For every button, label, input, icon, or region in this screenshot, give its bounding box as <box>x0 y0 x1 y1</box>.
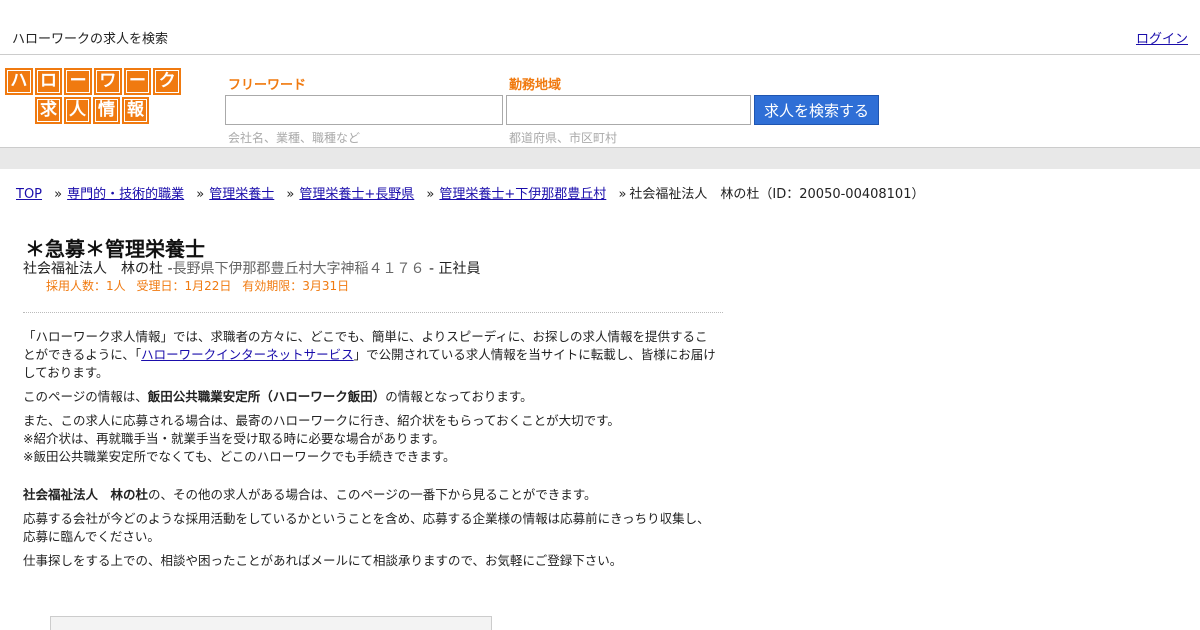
job-meta: 採用人数：1人 受理日：1月22日 有効期限：3月31日 <box>46 277 356 294</box>
intro-text-span: ※紹介状は、再就職手当・就業手当を受け取る時に必要な場合があります。 <box>23 431 445 446</box>
breadcrumb-link-village[interactable]: 管理栄養士+下伊那郡豊丘村 <box>439 187 606 202</box>
search-button[interactable]: 求人を検索する <box>754 95 879 125</box>
login-link[interactable]: ログイン <box>1136 28 1188 47</box>
header: ハ ロ ー ワ ー ク 求 人 情 報 フリーワード 会社名、業種、職種など 勤… <box>0 56 1200 147</box>
freeword-hint: 会社名、業種、職種など <box>228 131 361 145</box>
breadcrumb-current: 社会福祉法人 林の杜（ID：20050-00408101） <box>629 187 925 202</box>
logo-char: ー <box>64 68 93 95</box>
intro-text-span: また、この求人に応募される場合は、最寄のハローワークに行き、紹介状をもらっておく… <box>23 413 620 428</box>
referral-paragraph: また、この求人に応募される場合は、最寄のハローワークに行き、紹介状をもらっておく… <box>23 412 718 466</box>
job-subline: 社会福祉法人 林の杜 -長野県下伊那郡豊丘村大字神稲４１７６ - 正社員 <box>23 258 480 278</box>
breadcrumb-separator: » <box>618 187 627 202</box>
employment-type: 正社員 <box>438 261 481 277</box>
breadcrumb-link-prefecture[interactable]: 管理栄養士+長野県 <box>299 187 414 202</box>
logo-char: ワ <box>94 68 122 95</box>
logo-char: ク <box>153 68 182 95</box>
intro-text-span: 応募する会社が今どのような採用活動をしているかということを含め、応募する企業様の… <box>23 511 710 544</box>
intro-text-span: ※飯田公共職業安定所でなくても、どこのハローワークでも手続きできます。 <box>23 449 456 464</box>
source-office-paragraph: このページの情報は、飯田公共職業安定所（ハローワーク飯田）の情報となっております… <box>23 388 718 406</box>
office-name: 飯田公共職業安定所（ハローワーク飯田） <box>147 389 386 404</box>
received-date: 受理日：1月22日 <box>136 279 232 293</box>
breadcrumb-separator: » <box>286 187 295 202</box>
intro-text-span: 仕事探しをする上での、相談や困ったことがあればメールにて相談承りますので、お気軽… <box>23 553 623 568</box>
area-input[interactable] <box>506 95 751 125</box>
company-name: 社会福祉法人 林の杜 <box>23 261 163 277</box>
breadcrumb-separator: » <box>426 187 435 202</box>
logo-char: 求 <box>35 97 62 124</box>
job-address: 長野県下伊那郡豊丘村大字神稲４１７６ <box>172 261 425 277</box>
freeword-label: フリーワード <box>228 78 307 93</box>
expiry-date: 有効期限：3月31日 <box>242 279 350 293</box>
company-name-bold: 社会福祉法人 林の杜 <box>23 487 149 502</box>
hellowork-internet-service-link[interactable]: ハローワークインターネットサービス <box>141 347 354 362</box>
intro-text-span: の情報となっております。 <box>385 389 533 404</box>
site-logo[interactable]: ハ ロ ー ワ ー ク 求 人 情 報 <box>5 68 182 124</box>
logo-row-kyujin: 求 人 情 報 <box>35 97 181 124</box>
logo-char: ロ <box>34 68 63 95</box>
logo-char: 報 <box>122 97 149 124</box>
top-bar: ハローワークの求人を検索 ログイン <box>0 0 1200 55</box>
intro-text-span: このページの情報は、 <box>23 389 148 404</box>
breadcrumb: TOP » 専門的・技術的職業 » 管理栄養士 » 管理栄養士+長野県 » 管理栄養士+… <box>16 183 924 202</box>
breadcrumb-separator: » <box>196 187 205 202</box>
breadcrumb-link-top[interactable]: TOP <box>16 187 42 202</box>
divider <box>23 312 723 313</box>
consult-paragraph: 仕事探しをする上での、相談や困ったことがあればメールにて相談承りますので、お気軽… <box>23 552 718 570</box>
intro-paragraph: 「ハローワーク求人情報」では、求職者の方々に、どこでも、簡単に、よりスピーディに… <box>23 328 718 382</box>
logo-row-hellowork: ハ ロ ー ワ ー ク <box>5 68 182 95</box>
logo-char: 情 <box>93 97 120 124</box>
job-detail-table <box>50 616 492 630</box>
intro-text-span: の、その他の求人がある場合は、このページの一番下から見ることができます。 <box>148 487 597 502</box>
advice-paragraph: 応募する会社が今どのような採用活動をしているかということを含め、応募する企業様の… <box>23 510 718 546</box>
hiring-count: 採用人数：1人 <box>46 279 126 293</box>
area-hint: 都道府県、市区町村 <box>509 131 618 145</box>
breadcrumb-link-occupation[interactable]: 管理栄養士 <box>209 187 274 202</box>
logo-char: 人 <box>64 97 91 124</box>
area-label: 勤務地域 <box>509 78 562 93</box>
freeword-input[interactable] <box>225 95 503 125</box>
nav-band <box>0 147 1200 169</box>
logo-char: ー <box>123 68 152 95</box>
breadcrumb-link-category[interactable]: 専門的・技術的職業 <box>67 187 184 202</box>
logo-char: ハ <box>5 68 33 95</box>
intro-text: 「ハローワーク求人情報」では、求職者の方々に、どこでも、簡単に、よりスピーディに… <box>23 328 718 576</box>
breadcrumb-separator: » <box>54 187 63 202</box>
site-tagline: ハローワークの求人を検索 <box>12 32 169 47</box>
other-jobs-paragraph: 社会福祉法人 林の杜の、その他の求人がある場合は、このページの一番下から見ること… <box>23 486 718 504</box>
